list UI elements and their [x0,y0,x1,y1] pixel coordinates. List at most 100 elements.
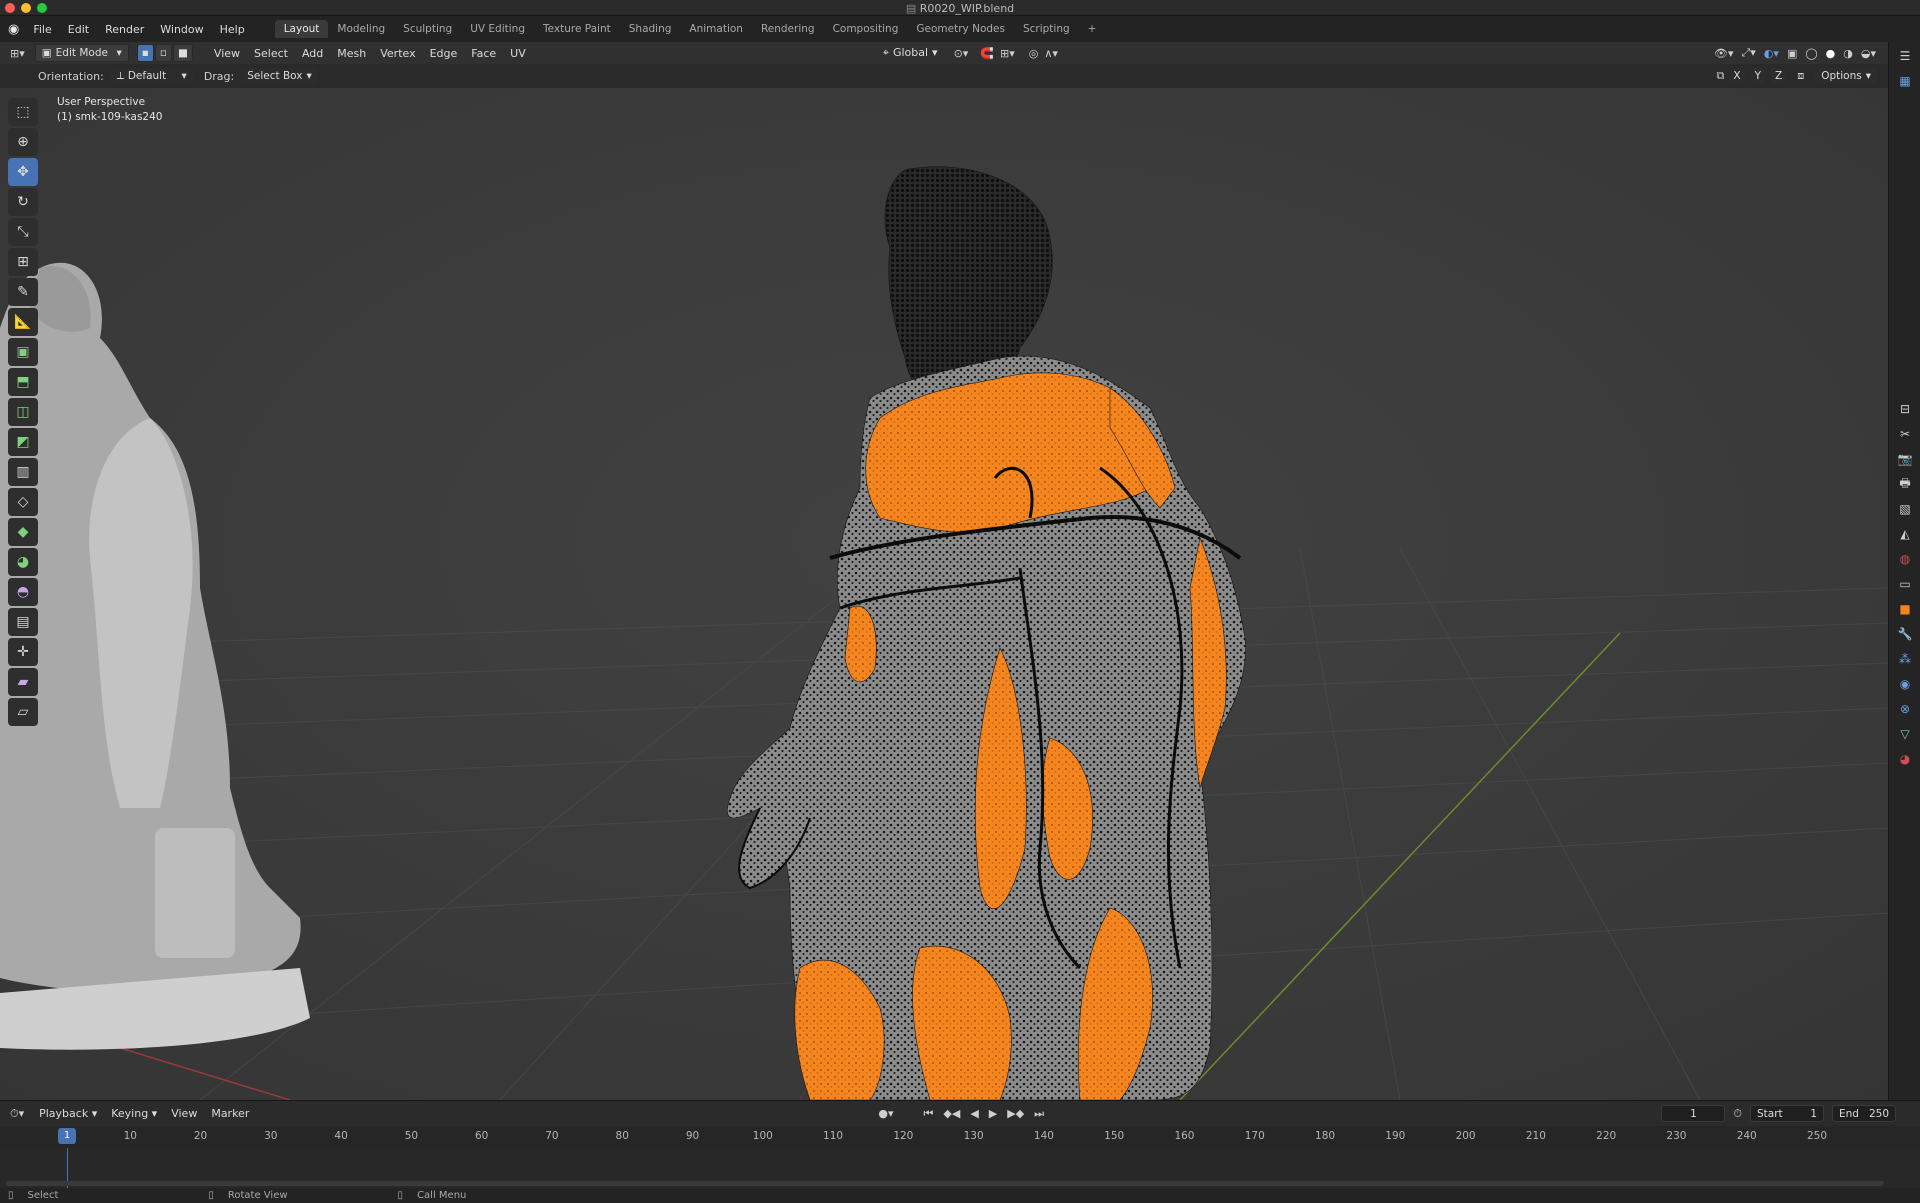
particles-properties-icon[interactable]: ⁂ [1894,648,1916,670]
tab-sculpting[interactable]: Sculpting [394,20,461,38]
editor-type-icon[interactable]: ⊞▾ [0,47,31,60]
world-properties-icon[interactable]: ◍ [1894,548,1916,570]
inset-icon[interactable]: ◫ [8,398,38,426]
object-properties-icon[interactable]: ■ [1894,598,1916,620]
timeline-editor-icon[interactable]: ⏱▾ [0,1107,32,1121]
cursor-select-icon[interactable]: ⬚ [8,98,38,126]
tab-modeling[interactable]: Modeling [328,20,394,38]
menu-file[interactable]: File [25,23,59,36]
3d-viewport[interactable]: User Perspective (1) smk-109-kas240 [0,88,1888,1100]
mode-selector[interactable]: ▣ Edit Mode ▾ [34,44,129,62]
scene-collection-icon[interactable]: ▦ [1894,70,1916,92]
poly-build-icon[interactable]: ◆ [8,518,38,546]
drag-dropdown[interactable]: Select Box ▾ [240,67,319,85]
face-select-button[interactable]: ■ [173,44,193,62]
knife-icon[interactable]: ◇ [8,488,38,516]
properties-editor-icon[interactable]: ⊟ [1894,398,1916,420]
jump-start-icon[interactable]: ⏮ [923,1107,933,1121]
jump-end-icon[interactable]: ⏭ [1034,1107,1044,1121]
menu-edge[interactable]: Edge [423,47,465,60]
play-reverse-icon[interactable]: ◀ [970,1107,978,1120]
menu-window[interactable]: Window [152,23,211,36]
rotate-icon[interactable]: ↻ [8,188,38,216]
timeline-body[interactable] [0,1148,1920,1188]
mirror-y-button[interactable]: Y [1749,67,1766,85]
start-frame-field[interactable]: Start 1 [1750,1105,1824,1122]
menu-help[interactable]: Help [212,23,253,36]
tab-animation[interactable]: Animation [680,20,752,38]
menu-vertex[interactable]: Vertex [373,47,422,60]
menu-add[interactable]: Add [295,47,330,60]
orientation-dropdown[interactable]: ⟂ Default ▾ [109,67,194,85]
add-cube-icon[interactable]: ▣ [8,338,38,366]
tab-geometry-nodes[interactable]: Geometry Nodes [907,20,1014,38]
outliner-icon[interactable]: ☰ [1894,45,1916,67]
tab-rendering[interactable]: Rendering [752,20,824,38]
menu-face[interactable]: Face [464,47,503,60]
rip-icon[interactable]: ▱ [8,698,38,726]
3d-cursor-icon[interactable]: ⊕ [8,128,38,156]
timeline-scrollbar[interactable] [6,1181,1884,1186]
menu-uv[interactable]: UV [503,47,533,60]
current-frame-field[interactable]: 1 [1661,1105,1726,1122]
shear-icon[interactable]: ▰ [8,668,38,696]
view-layer-icon[interactable]: ▧ [1894,498,1916,520]
menu-keying[interactable]: Keying ▾ [104,1107,164,1120]
play-icon[interactable]: ▶ [989,1107,997,1120]
tool-properties-icon[interactable]: ✂ [1894,423,1916,445]
output-properties-icon[interactable]: 🖶 [1894,473,1916,495]
edge-select-button[interactable]: ▫ [154,44,172,62]
tab-compositing[interactable]: Compositing [824,20,908,38]
transform-orientation-dropdown[interactable]: ⌖ Global ▾ [883,46,938,60]
snap-target-icon[interactable]: ⊞▾ [1000,47,1015,60]
timeline-ruler[interactable]: 1 10 20 30 40 50 60 70 80 90 100 110 120 130 140 150 16… [0,1126,1920,1148]
xray-icon[interactable]: ▣ [1787,47,1797,60]
smooth-icon[interactable]: ◓ [8,578,38,606]
end-frame-field[interactable]: End 250 [1832,1105,1896,1122]
physics-properties-icon[interactable]: ◉ [1894,673,1916,695]
current-frame-indicator[interactable]: 1 [58,1128,76,1144]
menu-mesh[interactable]: Mesh [330,47,373,60]
annotate-icon[interactable]: ✎ [8,278,38,306]
data-properties-icon[interactable]: ▽ [1894,723,1916,745]
menu-timeline-view[interactable]: View [164,1107,204,1120]
tab-uv-editing[interactable]: UV Editing [461,20,534,38]
extrude-icon[interactable]: ⬒ [8,368,38,396]
overlays-icon[interactable]: ◐▾ [1764,47,1779,60]
mirror-z-button[interactable]: Z [1770,67,1788,85]
loop-cut-icon[interactable]: ▥ [8,458,38,486]
transform-icon[interactable]: ⊞ [8,248,38,276]
material-properties-icon[interactable]: ◕ [1894,748,1916,770]
falloff-icon[interactable]: ∧▾ [1044,47,1058,60]
proportional-edit-icon[interactable]: ◎ [1029,47,1039,60]
options-dropdown[interactable]: Options ▾ [1814,67,1878,85]
visibility-icon[interactable]: 👁▾ [1714,47,1734,60]
menu-select[interactable]: Select [247,47,295,60]
gizmo-icon[interactable]: ⤢▾ [1741,46,1755,60]
mirror-icon[interactable]: ⧉ [1717,69,1725,83]
spin-icon[interactable]: ◕ [8,548,38,576]
snap-icon[interactable]: 🧲 [980,47,994,60]
menu-render[interactable]: Render [97,23,152,36]
mirror-x-button[interactable]: X [1728,67,1746,85]
tab-layout[interactable]: Layout [274,20,329,38]
vertex-select-button[interactable]: ▪ [136,44,154,62]
menu-edit[interactable]: Edit [60,23,97,36]
stopwatch-icon[interactable]: ⏱ [1733,1107,1742,1121]
material-shading-icon[interactable]: ◑ [1843,47,1853,60]
constraints-properties-icon[interactable]: ⊗ [1894,698,1916,720]
move-icon[interactable]: ✥ [8,158,38,186]
next-keyframe-icon[interactable]: ▶◆ [1007,1107,1024,1120]
menu-marker[interactable]: Marker [204,1107,256,1120]
wireframe-shading-icon[interactable]: ◯ [1805,47,1817,60]
menu-playback[interactable]: Playback ▾ [32,1107,104,1120]
tab-scripting[interactable]: Scripting [1014,20,1079,38]
edge-slide-icon[interactable]: ▤ [8,608,38,636]
modifier-properties-icon[interactable]: 🔧 [1894,623,1916,645]
menu-view[interactable]: View [207,47,247,60]
add-workspace-button[interactable]: + [1079,20,1106,38]
render-properties-icon[interactable]: 📷 [1894,448,1916,470]
tab-shading[interactable]: Shading [620,20,681,38]
shrink-fatten-icon[interactable]: ✛ [8,638,38,666]
scale-icon[interactable]: ⤡ [8,218,38,246]
